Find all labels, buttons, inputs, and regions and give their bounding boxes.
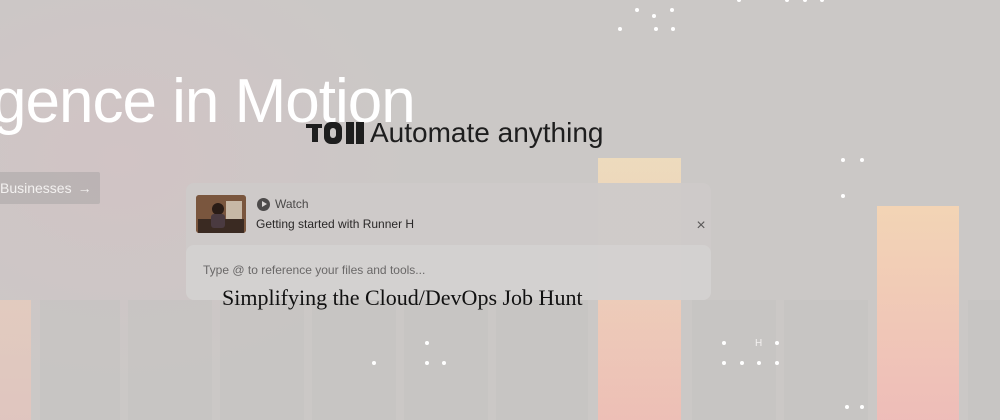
background-panels	[0, 300, 1000, 420]
decorative-dot	[722, 361, 726, 365]
brand-tagline: Automate anything	[370, 117, 604, 148]
decorative-dot	[635, 8, 639, 12]
background-panel	[312, 300, 396, 420]
headline-overlay: Simplifying the Cloud/DevOps Job Hunt	[222, 285, 583, 310]
background-panel	[784, 300, 868, 420]
decorative-dot	[425, 341, 429, 345]
watch-label: Watch	[275, 197, 309, 211]
decorative-dot	[775, 341, 779, 345]
decorative-dot	[618, 27, 622, 31]
decorative-dot	[740, 361, 744, 365]
decorative-dot	[860, 405, 864, 409]
brand-logo-icon	[306, 122, 364, 144]
video-thumbnail-image	[196, 195, 246, 233]
decorative-dot	[442, 361, 446, 365]
watch-video-row[interactable]: Watch Getting started with Runner H ×	[196, 195, 706, 235]
decorative-dot	[652, 14, 656, 18]
gradient-bar	[877, 206, 959, 420]
close-icon[interactable]: ×	[693, 218, 709, 234]
h-mark: H	[755, 338, 763, 349]
decorative-dot	[757, 361, 761, 365]
arrow-right-icon: →	[77, 180, 92, 196]
decorative-dot	[775, 361, 779, 365]
decorative-dot	[860, 158, 864, 162]
businesses-button[interactable]: Businesses →	[0, 172, 100, 204]
background-panel	[40, 300, 120, 420]
background-panel	[968, 300, 1000, 420]
decorative-dot	[670, 8, 674, 12]
decorative-dot	[425, 361, 429, 365]
decorative-dot	[841, 194, 845, 198]
decorative-dot	[845, 405, 849, 409]
edge-gradient-strip	[0, 300, 31, 420]
video-title: Getting started with Runner H	[256, 217, 415, 231]
decorative-dot	[671, 27, 675, 31]
background-panel	[692, 300, 776, 420]
video-thumbnail[interactable]	[196, 195, 246, 233]
decorative-dot	[841, 158, 845, 162]
businesses-button-label: Businesses	[0, 180, 72, 196]
decorative-dot	[654, 27, 658, 31]
runner-card: Watch Getting started with Runner H ×	[186, 183, 711, 300]
prompt-input[interactable]	[203, 261, 683, 279]
background-panel	[496, 300, 588, 420]
play-icon	[257, 198, 270, 211]
background-panel	[128, 300, 212, 420]
background-panel	[404, 300, 488, 420]
decorative-dot	[372, 361, 376, 365]
background-panel	[220, 300, 304, 420]
decorative-dot	[722, 341, 726, 345]
